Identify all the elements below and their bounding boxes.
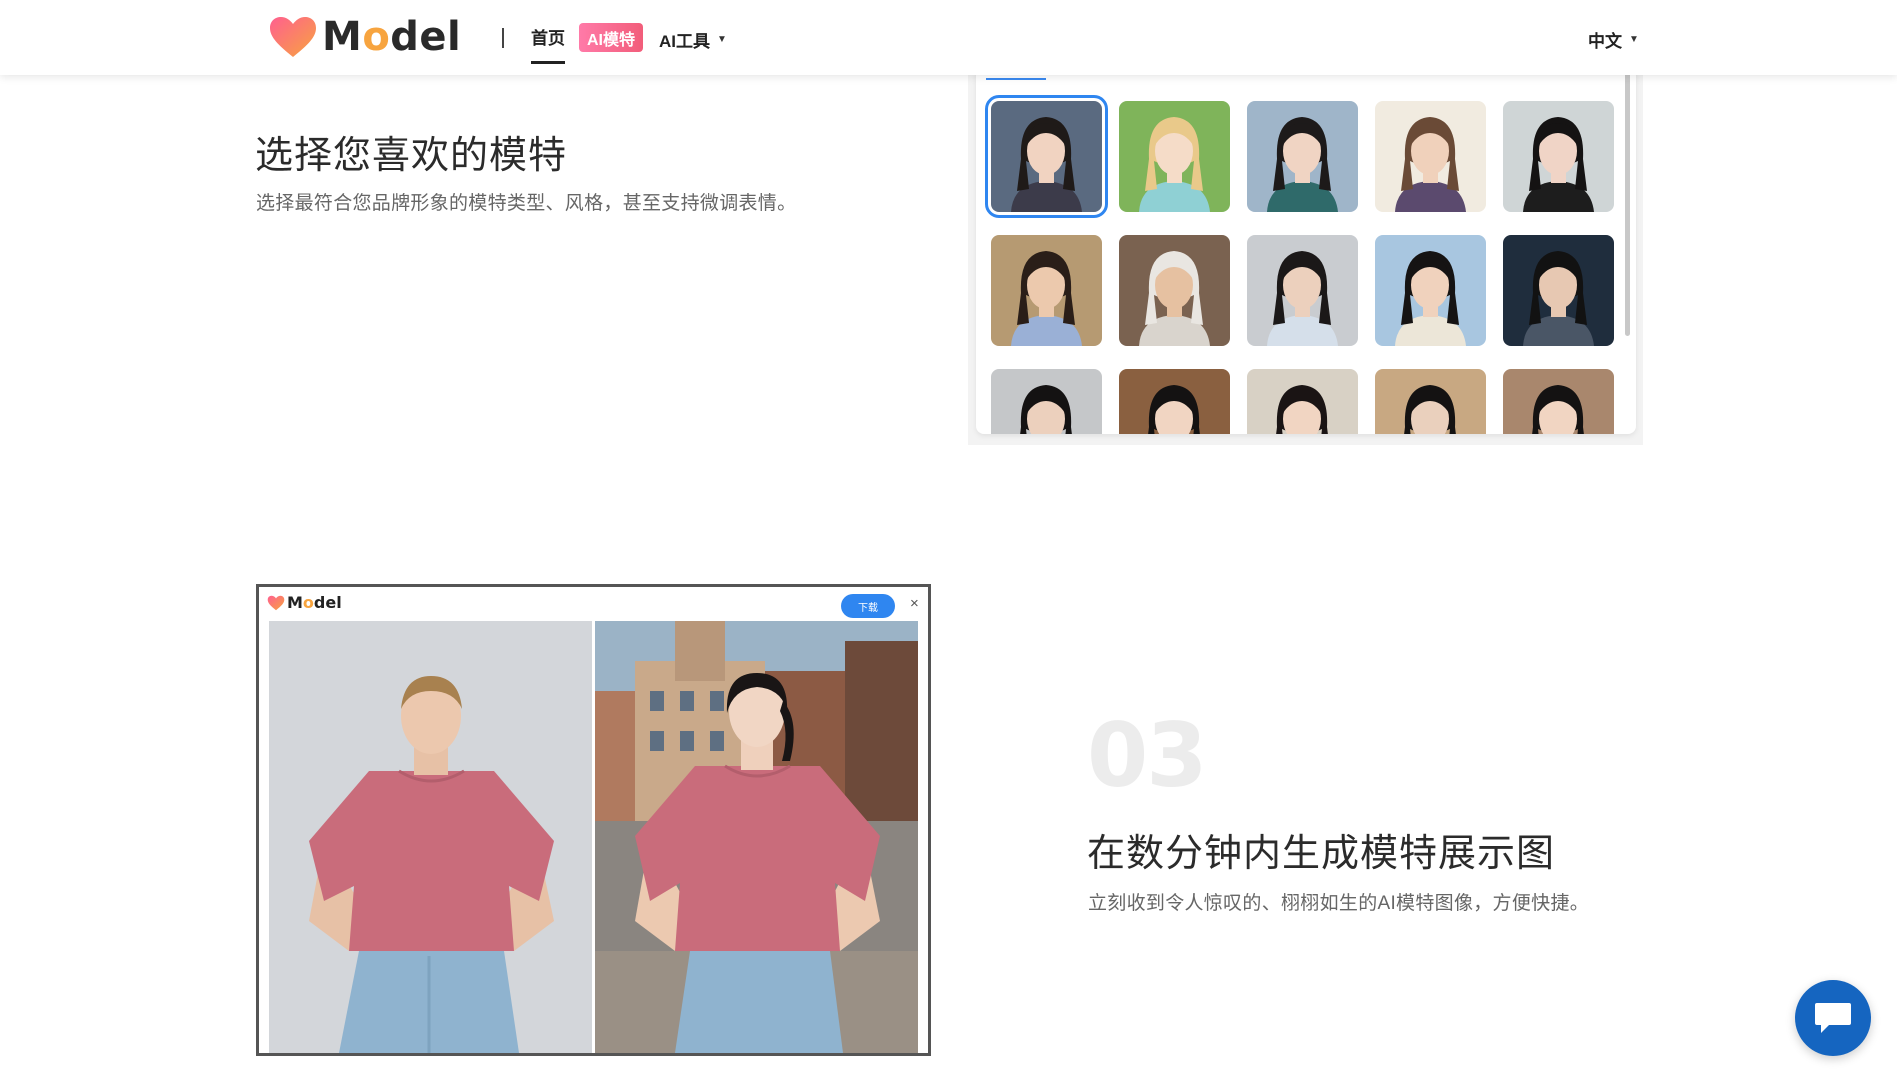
nav-ai-tools-label: AI工具 [659, 32, 710, 51]
preview-logo-wordmark: Model [287, 593, 342, 612]
nav-ai-tools-dropdown[interactable]: AI工具 ▼ [659, 27, 727, 52]
language-selector[interactable]: 中文 ▼ [1588, 27, 1639, 52]
model-thumbnail[interactable] [1247, 235, 1358, 346]
original-photo [269, 621, 592, 1053]
section-title: 在数分钟内生成模特展示图 [1087, 833, 1556, 875]
model-thumbnail[interactable] [1375, 101, 1486, 212]
section-description: 选择最符合您品牌形象的模特类型、风格，甚至支持微调表情。 [256, 193, 797, 214]
generated-photo [595, 621, 918, 1053]
site-header: Model 首页 AI模特 AI工具 ▼ 中文 ▼ [0, 0, 1897, 75]
logo-wordmark: Model [322, 14, 462, 60]
language-label: 中文 [1588, 32, 1622, 51]
model-thumbnail[interactable] [1119, 235, 1230, 346]
step-number-03: 03 [1087, 704, 1207, 807]
active-tab-indicator [986, 78, 1046, 80]
download-button[interactable]: 下载 [841, 594, 895, 618]
nav-divider [502, 28, 504, 48]
preview-logo: Model [267, 593, 342, 612]
model-thumbnail[interactable] [991, 235, 1102, 346]
model-thumbnail[interactable] [1503, 235, 1614, 346]
model-thumbnail[interactable] [1375, 369, 1486, 434]
model-thumbnail[interactable] [1375, 235, 1486, 346]
heart-logo-icon [267, 595, 285, 610]
result-preview-window: Model 下载 × [256, 584, 931, 1056]
close-icon[interactable]: × [910, 595, 919, 612]
caret-down-icon: ▼ [717, 34, 727, 45]
nav-home-link[interactable]: 首页 [531, 24, 565, 64]
section-description: 立刻收到令人惊叹的、栩栩如生的AI模特图像，方便快捷。 [1088, 893, 1590, 914]
model-thumbnail[interactable] [985, 95, 1108, 218]
model-thumbnail[interactable] [1119, 369, 1230, 434]
heart-logo-icon [270, 17, 316, 57]
section-title: 选择您喜欢的模特 [255, 135, 568, 177]
model-thumbnail[interactable] [991, 369, 1102, 434]
caret-down-icon: ▼ [1629, 34, 1639, 45]
nav-ai-models-badge[interactable]: AI模特 [579, 23, 644, 52]
preview-toolbar: Model 下载 × [259, 587, 928, 621]
model-thumbnail[interactable] [1119, 101, 1230, 212]
model-thumbnail[interactable] [1503, 369, 1614, 434]
picker-scrollbar[interactable] [1625, 66, 1630, 336]
model-thumbnail[interactable] [1247, 369, 1358, 434]
model-thumbnail[interactable] [1247, 101, 1358, 212]
chat-bubble-icon [1815, 1003, 1851, 1033]
model-thumbnail[interactable] [1503, 101, 1614, 212]
chat-support-button[interactable] [1795, 980, 1871, 1056]
site-logo[interactable]: Model [268, 14, 461, 60]
model-picker-panel [976, 60, 1636, 434]
